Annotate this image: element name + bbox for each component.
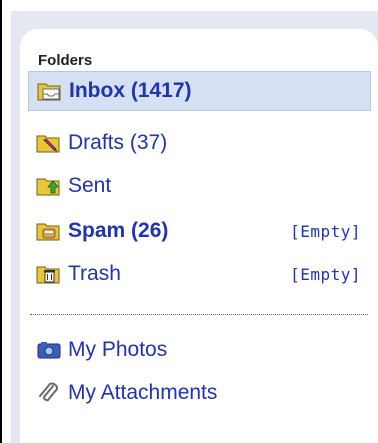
inbox-folder-icon: [37, 79, 65, 103]
folders-heading: Folders: [38, 52, 93, 69]
window-left-border: [0, 0, 2, 443]
folder-item-spam[interactable]: Spam (26) [Empty]: [28, 211, 371, 251]
folder-label-spam[interactable]: Spam (26): [68, 219, 168, 243]
empty-spam-link[interactable]: [Empty]: [290, 222, 361, 241]
trash-folder-icon: [36, 262, 64, 286]
empty-trash-link[interactable]: [Empty]: [290, 265, 361, 284]
folder-label-sent[interactable]: Sent: [68, 174, 111, 198]
spam-folder-icon: [36, 219, 64, 243]
my-attachments-label[interactable]: My Attachments: [68, 381, 217, 405]
sent-folder-icon: [36, 174, 64, 198]
folder-label-drafts[interactable]: Drafts (37): [68, 131, 167, 155]
photos-icon: [36, 338, 64, 362]
my-attachments-item[interactable]: My Attachments: [28, 373, 371, 413]
my-photos-item[interactable]: My Photos: [28, 330, 371, 370]
folder-item-trash[interactable]: Trash [Empty]: [28, 254, 371, 294]
folder-item-drafts[interactable]: Drafts (37): [28, 123, 371, 163]
attachment-icon: [36, 381, 64, 405]
my-photos-label[interactable]: My Photos: [68, 338, 167, 362]
folder-label-trash[interactable]: Trash: [68, 262, 121, 286]
folder-item-sent[interactable]: Sent: [28, 166, 371, 206]
folders-divider: [30, 314, 368, 315]
drafts-folder-icon: [36, 131, 64, 155]
folder-item-inbox[interactable]: Inbox (1417): [28, 71, 371, 111]
folder-label-inbox[interactable]: Inbox (1417): [69, 79, 192, 103]
